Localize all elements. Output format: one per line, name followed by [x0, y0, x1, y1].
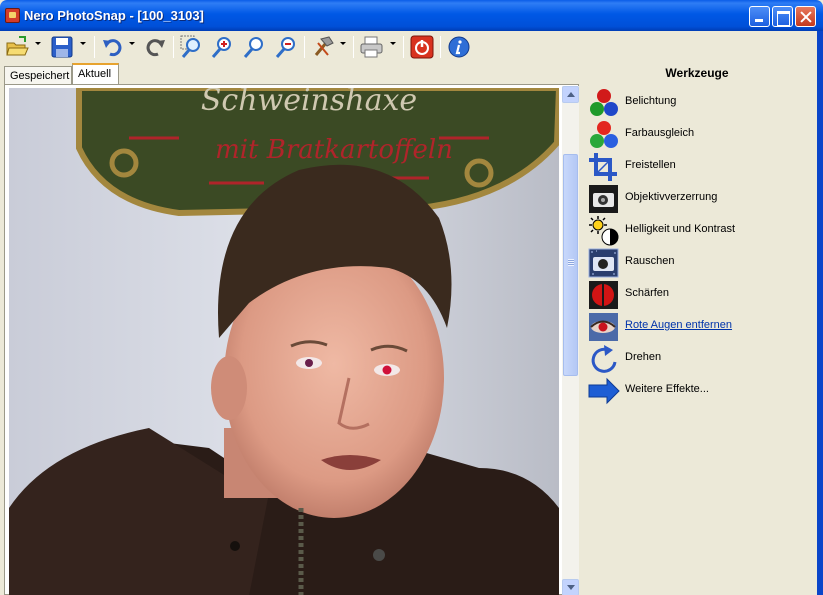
zoom-actual-icon[interactable] — [242, 35, 266, 59]
panel-title: Werkzeuge — [665, 66, 729, 80]
close-button[interactable] — [795, 6, 816, 27]
camera-lens-icon — [588, 184, 620, 214]
save-disk-icon[interactable] — [50, 35, 74, 59]
zoom-in-icon[interactable] — [210, 35, 234, 59]
tool-label: Farbausgleich — [625, 127, 695, 139]
scroll-down-button[interactable] — [562, 579, 579, 595]
tool-label: Helligkeit und Kontrast — [625, 223, 736, 235]
tools-dropdown-arrow[interactable] — [340, 42, 346, 45]
red-eye-icon — [588, 312, 620, 342]
tools-panel: Werkzeuge Belichtung Farbausgleich Freis… — [582, 63, 817, 595]
printer-icon[interactable] — [359, 35, 385, 59]
tool-freistellen[interactable]: Freistellen — [588, 150, 813, 182]
hammer-tools-icon[interactable] — [310, 35, 336, 59]
tool-schaerfen[interactable]: Schärfen — [588, 278, 813, 310]
toolbar-separator — [94, 36, 95, 58]
arrow-right-icon — [588, 376, 620, 406]
scroll-up-button[interactable] — [562, 86, 579, 103]
open-folder-icon[interactable] — [5, 35, 29, 59]
tab-gespeichert[interactable]: Gespeichert — [4, 66, 72, 85]
rotate-icon — [588, 344, 620, 374]
save-dropdown-arrow[interactable] — [80, 42, 86, 45]
tool-label: Freistellen — [625, 159, 676, 171]
tool-label: Objektivverzerrung — [625, 191, 718, 203]
tool-label: Weitere Effekte... — [625, 383, 709, 395]
tool-farbausgleich[interactable]: Farbausgleich — [588, 118, 813, 150]
tool-weitere-effekte[interactable]: Weitere Effekte... — [588, 374, 813, 406]
tool-rote-augen-entfernen[interactable]: Rote Augen entfernen — [588, 310, 813, 342]
maximize-button[interactable] — [772, 6, 793, 27]
undo-icon[interactable] — [102, 35, 124, 59]
color-balls-icon — [588, 120, 620, 150]
title-bar: Nero PhotoSnap - [100_3103] — [0, 0, 823, 31]
tool-rauschen[interactable]: Rauschen — [588, 246, 813, 278]
tool-label-link[interactable]: Rote Augen entfernen — [625, 319, 732, 331]
zoom-fit-icon[interactable] — [180, 35, 204, 59]
crop-icon — [588, 152, 620, 182]
photo-canvas[interactable]: Schweinshaxe mit Bratkartoffeln — [9, 88, 559, 595]
vertical-scrollbar[interactable] — [562, 86, 579, 595]
toolbar — [0, 31, 823, 63]
image-view: Schweinshaxe mit Bratkartoffeln — [4, 84, 579, 595]
app-icon[interactable] — [5, 8, 20, 23]
tool-drehen[interactable]: Drehen — [588, 342, 813, 374]
redo-icon[interactable] — [144, 35, 166, 59]
tab-aktuell[interactable]: Aktuell — [72, 63, 119, 85]
window-title: Nero PhotoSnap - [100_3103] — [24, 8, 204, 23]
tool-label: Drehen — [625, 351, 662, 363]
tool-label: Rauschen — [625, 255, 675, 267]
open-dropdown-arrow[interactable] — [35, 42, 41, 45]
zoom-out-icon[interactable] — [274, 35, 298, 59]
toolbar-separator — [173, 36, 174, 58]
tool-belichtung[interactable]: Belichtung — [588, 86, 813, 118]
toolbar-separator — [304, 36, 305, 58]
toolbar-separator — [403, 36, 404, 58]
tool-helligkeit-kontrast[interactable]: Helligkeit und Kontrast — [588, 214, 813, 246]
undo-dropdown-arrow[interactable] — [129, 42, 135, 45]
sharpen-icon — [588, 280, 620, 310]
window-border — [817, 31, 823, 595]
scroll-thumb[interactable] — [563, 154, 578, 376]
noise-camera-icon — [588, 248, 620, 278]
rgb-balls-icon — [588, 88, 620, 118]
sign-top-text: Schweinshaxe — [201, 88, 417, 118]
print-dropdown-arrow[interactable] — [390, 42, 396, 45]
toolbar-separator — [440, 36, 441, 58]
power-exit-icon[interactable] — [410, 35, 434, 59]
sign-text: mit Bratkartoffeln — [215, 135, 453, 165]
info-icon[interactable] — [447, 35, 471, 59]
minimize-button[interactable] — [749, 6, 770, 27]
tool-label: Schärfen — [625, 287, 670, 299]
brightness-contrast-icon — [588, 216, 620, 246]
toolbar-separator — [353, 36, 354, 58]
tool-objektivverzerrung[interactable]: Objektivverzerrung — [588, 182, 813, 214]
tool-label: Belichtung — [625, 95, 677, 107]
